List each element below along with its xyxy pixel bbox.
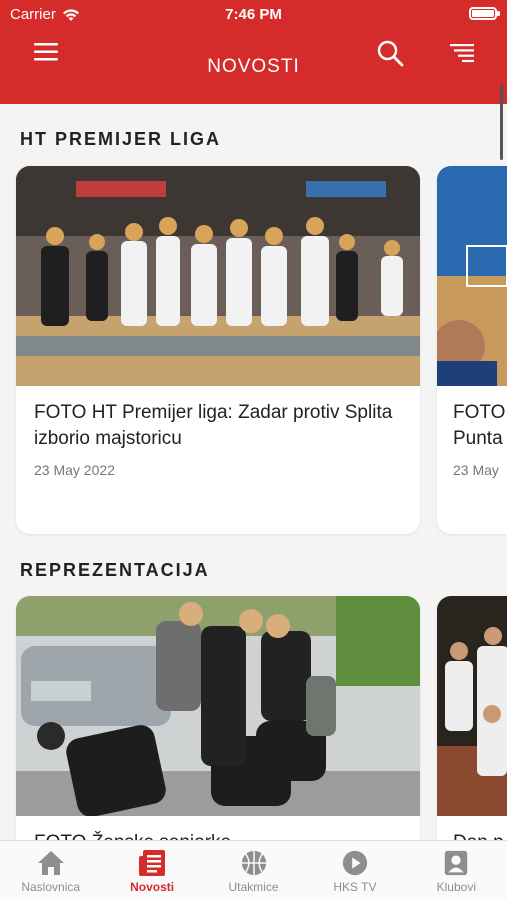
news-photo-vintage-team: [437, 596, 507, 816]
section-title-ht-premijer-liga: HT PREMIJER LIGA: [20, 129, 222, 149]
tab-label: Novosti: [130, 880, 175, 894]
news-icon: [139, 850, 166, 876]
news-card[interactable]: FOTO Punta 23 May: [437, 166, 507, 534]
filter-list-icon: [450, 44, 474, 63]
news-title: FOTO Punta: [453, 402, 506, 449]
news-photo-player-closeup: [437, 166, 507, 386]
tab-hks-tv[interactable]: HKS TV: [304, 841, 405, 900]
tab-naslovnica[interactable]: Naslovnica: [0, 841, 101, 900]
news-date: 23 May: [453, 462, 499, 478]
news-date: 23 May 2022: [34, 462, 115, 478]
section-title-reprezentacija: REPREZENTACIJA: [20, 560, 210, 580]
news-card[interactable]: FOTO Ženske seniorke: [16, 596, 420, 856]
basketball-icon: [241, 850, 266, 876]
news-card[interactable]: FOTO HT Premijer liga: Zadar protiv Spli…: [16, 166, 420, 534]
play-icon: [342, 850, 368, 876]
search-icon: [377, 40, 404, 67]
news-photo-team-travel: [16, 596, 420, 816]
search-button[interactable]: [370, 33, 410, 73]
status-bar: Carrier 7:46 PM: [0, 0, 507, 30]
tab-label: HKS TV: [333, 880, 377, 894]
tab-utakmice[interactable]: Utakmice: [203, 841, 304, 900]
app-header: Carrier 7:46 PM NOVOSTI: [0, 0, 507, 104]
battery-icon: [469, 7, 500, 20]
home-icon: [37, 851, 64, 875]
tab-label: Klubovi: [436, 880, 476, 894]
tab-label: Utakmice: [228, 880, 279, 894]
filter-button[interactable]: [442, 33, 482, 73]
app-screen: Carrier 7:46 PM NOVOSTI HT PREMIJER LIGA…: [0, 0, 507, 900]
news-title: FOTO HT Premijer liga: Zadar protiv Spli…: [34, 402, 393, 449]
tab-bar: Naslovnica Novosti Utakmice HKS TV Klubo…: [0, 840, 507, 900]
tab-label: Naslovnica: [21, 880, 81, 894]
status-time: 7:46 PM: [225, 6, 282, 23]
club-badge-icon: [445, 850, 468, 876]
tab-novosti[interactable]: Novosti: [101, 841, 202, 900]
tab-klubovi[interactable]: Klubovi: [406, 841, 507, 900]
news-photo-celebration: [16, 166, 420, 386]
news-card[interactable]: Dan p: [437, 596, 507, 856]
page-title: NOVOSTI: [207, 56, 300, 77]
scroll-indicator[interactable]: [500, 84, 503, 160]
